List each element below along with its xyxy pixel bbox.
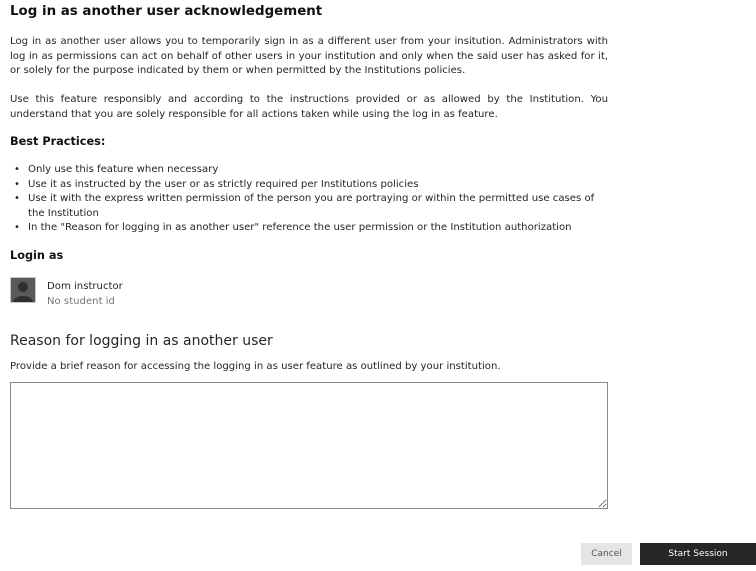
avatar xyxy=(10,277,36,303)
cancel-button[interactable]: Cancel xyxy=(581,543,632,565)
reason-textarea[interactable] xyxy=(10,382,608,509)
page-title: Log in as another user acknowledgement xyxy=(10,4,323,19)
student-id: No student id xyxy=(47,296,115,307)
best-practice-item: • Only use this feature when necessary xyxy=(14,164,219,175)
best-practices-heading: Best Practices: xyxy=(10,135,106,148)
responsibility-paragraph: Use this feature responsibly and accordi… xyxy=(10,94,608,120)
login-as-heading: Login as xyxy=(10,249,64,262)
intro-paragraph: Log in as another user allows you to tem… xyxy=(10,36,608,77)
start-session-button[interactable]: Start Session xyxy=(640,543,756,565)
best-practice-item: • Use it with the express written permiss… xyxy=(14,193,595,219)
reason-help-text: Provide a brief reason for accessing the… xyxy=(10,361,501,372)
user-card: Dom instructor No student id xyxy=(10,276,310,312)
reason-heading: Reason for logging in as another user xyxy=(10,333,273,349)
best-practice-item: • In the "Reason for logging in as anothe… xyxy=(14,222,572,234)
best-practices-list: • Only use this feature when necessary • U… xyxy=(10,163,608,236)
person-silhouette-icon xyxy=(11,278,35,302)
user-name: Dom instructor xyxy=(47,281,123,292)
best-practice-item: • Use it as instructed by the user or as … xyxy=(14,178,419,190)
